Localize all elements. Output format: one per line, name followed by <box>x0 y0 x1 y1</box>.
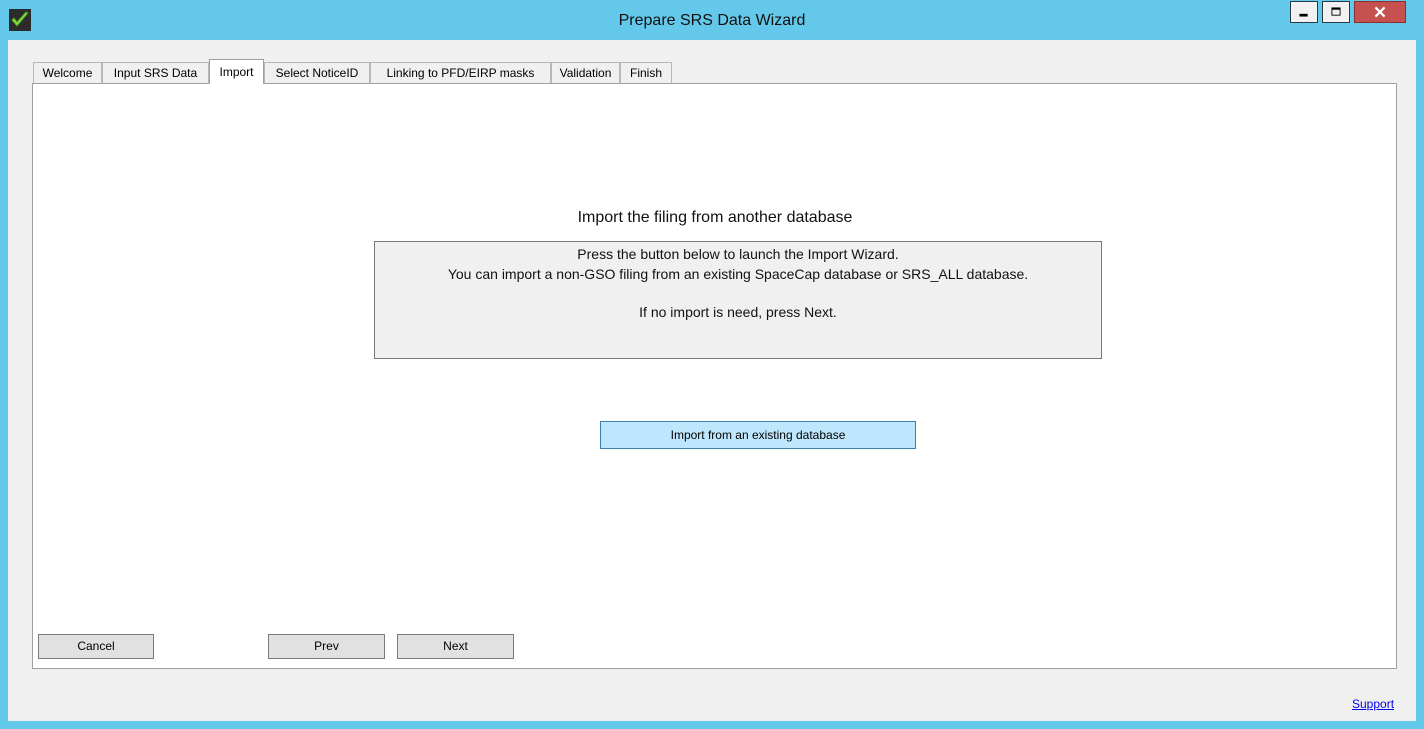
title-bar[interactable]: Prepare SRS Data Wizard <box>0 0 1424 40</box>
tab-welcome[interactable]: Welcome <box>33 62 102 83</box>
app-checkmark-icon <box>9 9 31 31</box>
wizard-window: Prepare SRS Data Wizard Welcome Input SR… <box>0 0 1424 729</box>
maximize-icon <box>1331 7 1341 16</box>
minimize-button[interactable] <box>1290 1 1318 23</box>
close-icon <box>1374 6 1386 18</box>
window-title: Prepare SRS Data Wizard <box>618 12 806 29</box>
support-link[interactable]: Support <box>1352 697 1394 711</box>
tab-input-srs-data[interactable]: Input SRS Data <box>102 62 209 83</box>
instruction-line: Press the button below to launch the Imp… <box>577 246 899 262</box>
tab-linking-pfd-eirp[interactable]: Linking to PFD/EIRP masks <box>370 62 551 83</box>
close-button[interactable] <box>1354 1 1406 23</box>
import-tab-panel: Import the filing from another database … <box>32 83 1397 669</box>
tab-import[interactable]: Import <box>209 59 264 84</box>
tab-validation[interactable]: Validation <box>551 62 620 83</box>
page-heading: Import the filing from another database <box>577 209 853 226</box>
tab-finish[interactable]: Finish <box>620 62 672 83</box>
client-area: Welcome Input SRS Data Import Select Not… <box>8 40 1416 721</box>
maximize-button[interactable] <box>1322 1 1350 23</box>
tab-select-noticeid[interactable]: Select NoticeID <box>264 62 370 83</box>
next-button[interactable]: Next <box>397 634 514 659</box>
import-from-database-button[interactable]: Import from an existing database <box>600 421 916 449</box>
instructions-box: Press the button below to launch the Imp… <box>374 241 1102 359</box>
cancel-button[interactable]: Cancel <box>38 634 154 659</box>
prev-button[interactable]: Prev <box>268 634 385 659</box>
minimize-icon <box>1299 13 1308 17</box>
instruction-line: You can import a non-GSO filing from an … <box>447 266 1029 282</box>
instruction-line: If no import is need, press Next. <box>639 304 837 320</box>
